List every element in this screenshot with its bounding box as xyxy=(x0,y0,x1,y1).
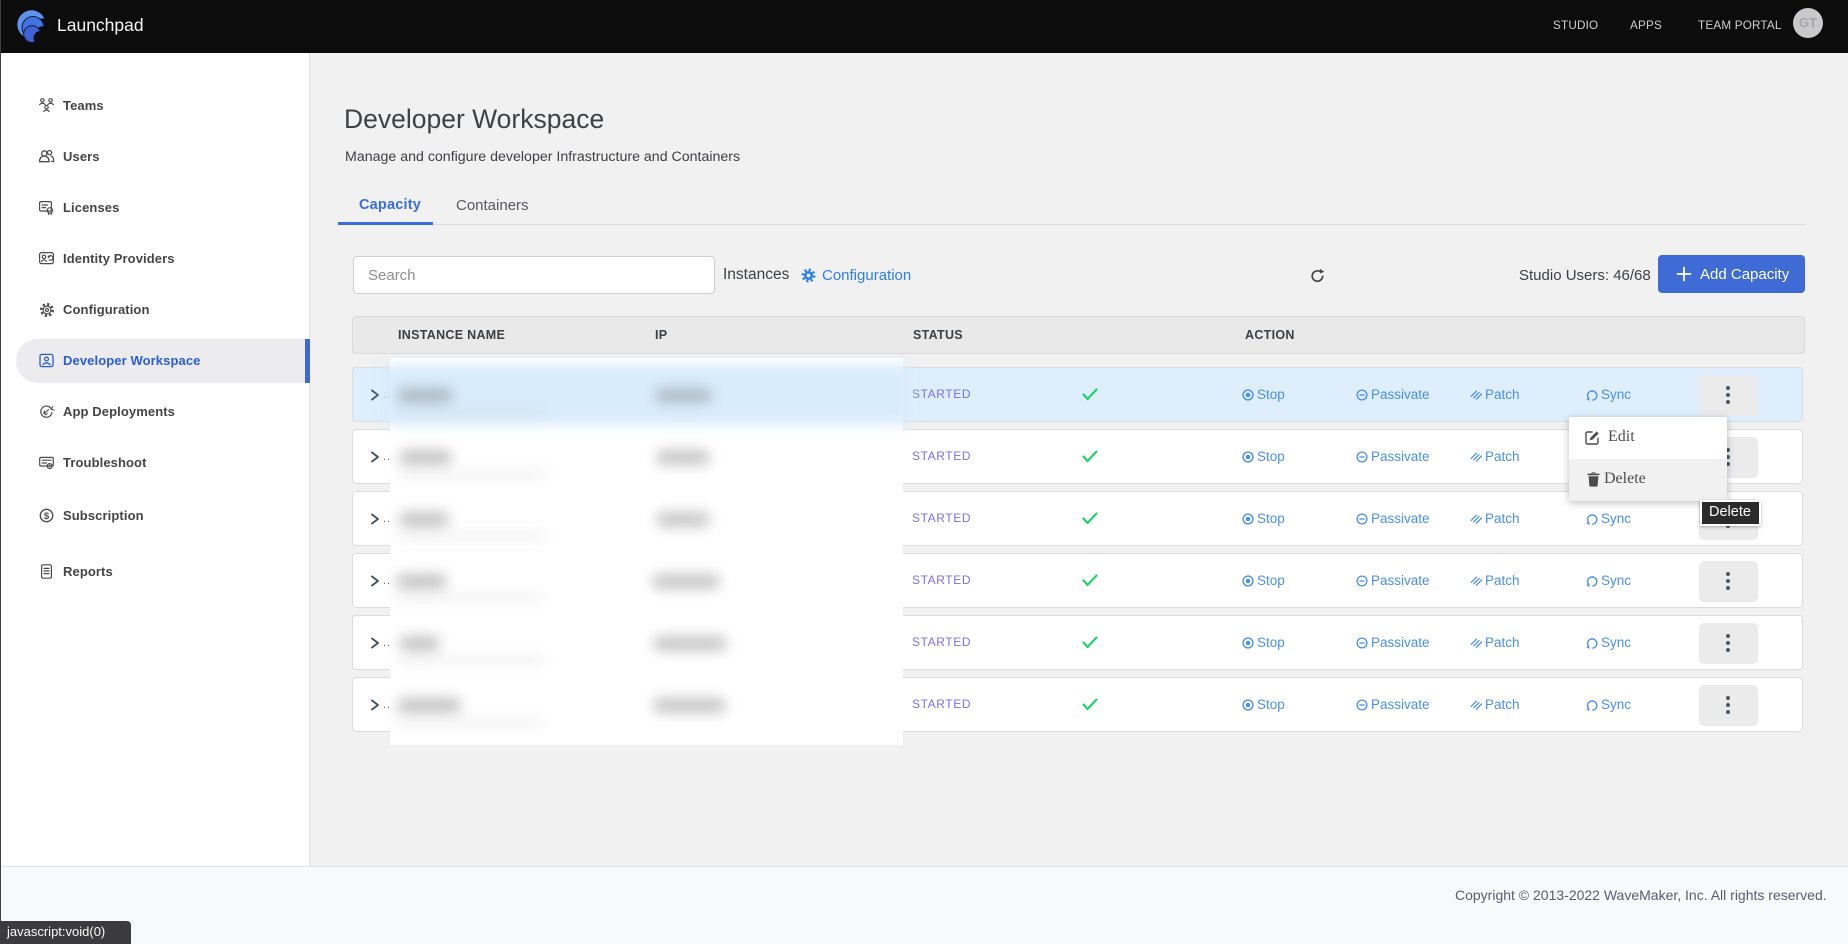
svg-text:$: $ xyxy=(44,511,50,522)
